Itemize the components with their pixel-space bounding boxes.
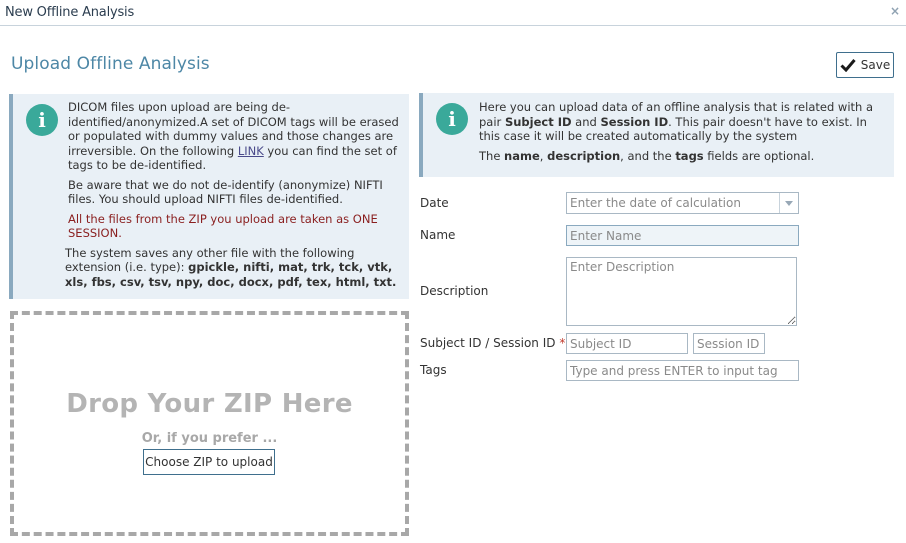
- dicom-info-text: DICOM files upon upload are being de-ide…: [65, 100, 406, 294]
- offline-analysis-info-text: Here you can upload data of an offline a…: [479, 100, 889, 168]
- deid-tags-link[interactable]: LINK: [238, 144, 264, 158]
- name-field[interactable]: [566, 225, 799, 246]
- tags-label: Tags: [420, 363, 447, 377]
- page-title: Upload Offline Analysis: [11, 54, 210, 74]
- zip-session-warning: All the files from the ZIP you upload ar…: [68, 211, 378, 241]
- subject-session-paragraph: Here you can upload data of an offline a…: [479, 100, 874, 143]
- info-icon: i: [436, 103, 468, 135]
- subject-id-field[interactable]: [566, 333, 688, 354]
- tags-input[interactable]: [566, 360, 799, 381]
- dialog-title: New Offline Analysis: [5, 5, 135, 20]
- description-label: Description: [420, 284, 489, 298]
- save-button[interactable]: Save: [836, 52, 894, 78]
- dicom-info-panel: i DICOM files upon upload are being de-i…: [9, 94, 409, 299]
- optional-fields-paragraph: The name, description, and the tags fiel…: [479, 148, 815, 163]
- choose-zip-button[interactable]: Choose ZIP to upload: [143, 449, 275, 475]
- description-field[interactable]: [566, 257, 797, 326]
- dropzone-title: Drop Your ZIP Here: [66, 389, 353, 419]
- save-button-label: Save: [860, 58, 891, 72]
- offline-analysis-info-panel: i Here you can upload data of an offline…: [419, 93, 894, 177]
- name-label: Name: [420, 228, 456, 242]
- subject-session-label: Subject ID / Session ID *: [420, 336, 566, 350]
- chevron-down-icon[interactable]: [779, 193, 798, 213]
- close-icon[interactable]: ×: [890, 4, 900, 18]
- info-icon: i: [26, 104, 58, 136]
- dicom-deid-paragraph: DICOM files upon upload are being de-ide…: [68, 100, 399, 172]
- checkmark-icon: [840, 59, 856, 72]
- dropzone-subtitle: Or, if you prefer ...: [141, 431, 278, 446]
- extensions-paragraph: The system saves any other file with the…: [65, 245, 397, 289]
- dialog-titlebar: New Offline Analysis ×: [0, 0, 906, 26]
- session-id-field[interactable]: [693, 333, 765, 354]
- date-input[interactable]: [567, 193, 779, 213]
- nifti-warning-paragraph: Be aware that we do not de-identify (ano…: [68, 177, 383, 207]
- date-picker[interactable]: [566, 192, 799, 214]
- date-label: Date: [420, 196, 449, 210]
- zip-dropzone[interactable]: Drop Your ZIP Here Or, if you prefer ...…: [10, 311, 409, 536]
- required-marker: *: [559, 336, 566, 350]
